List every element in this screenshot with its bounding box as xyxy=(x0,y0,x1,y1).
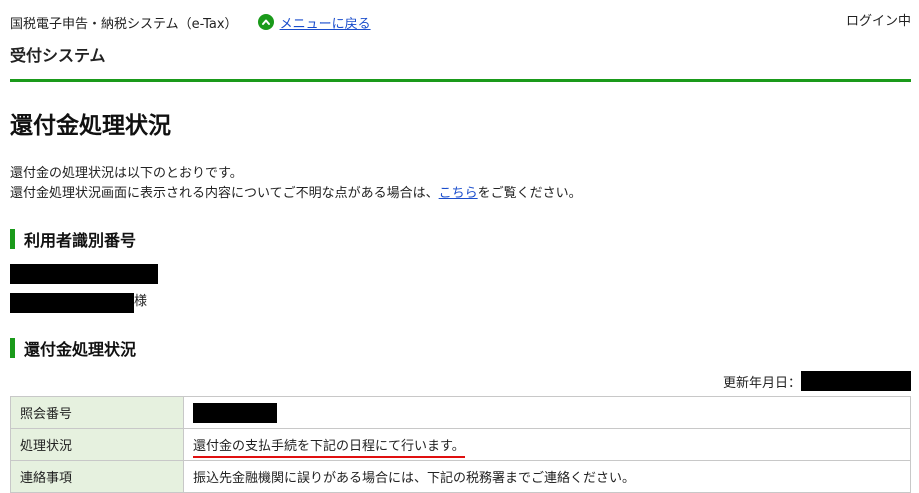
row-label-processing-status: 処理状況 xyxy=(10,428,184,461)
system-line: 国税電子申告・納税システム（e-Tax） メニューに戻る xyxy=(10,12,371,32)
updated-date: 更新年月日： xyxy=(723,370,911,392)
refund-status-heading: 還付金処理状況 xyxy=(10,337,136,359)
page-header: 国税電子申告・納税システム（e-Tax） メニューに戻る ログイン中 受付システ… xyxy=(10,0,911,82)
honorific-suffix: 様 xyxy=(134,294,148,309)
subsystem-name: 受付システム xyxy=(10,46,106,65)
user-id-heading: 利用者識別番号 xyxy=(10,228,136,250)
redacted-user-id xyxy=(10,264,158,284)
heading-bar xyxy=(10,338,15,358)
back-to-menu-link[interactable]: メニューに戻る xyxy=(257,13,371,32)
back-to-menu-label: メニューに戻る xyxy=(279,16,371,32)
updated-date-label: 更新年月日： xyxy=(722,375,801,391)
system-name: 国税電子申告・納税システム（e-Tax） xyxy=(10,16,238,32)
refund-status-table: 照会番号 処理状況 還付金の支払手続を下記の日程にて行います。 連絡事項 振込先… xyxy=(10,396,911,493)
intro-line-2-after: をご覧ください。 xyxy=(477,186,582,201)
redacted-reference-number xyxy=(193,402,277,423)
redacted-updated-date xyxy=(801,371,911,391)
intro-line-1: 還付金の処理状況は以下のとおりです。 xyxy=(10,166,243,181)
row-label-contact-notes: 連絡事項 xyxy=(10,460,184,493)
heading-bar xyxy=(10,229,15,249)
intro-line-2: 還付金処理状況画面に表示される内容についてご不明な点がある場合は、こちらをご覧く… xyxy=(10,184,582,204)
intro-line-2-before: 還付金処理状況画面に表示される内容についてご不明な点がある場合は、 xyxy=(10,186,439,201)
table-row: 連絡事項 振込先金融機関に誤りがある場合には、下記の税務署までご連絡ください。 xyxy=(10,460,911,493)
user-id-heading-label: 利用者識別番号 xyxy=(24,231,137,250)
row-value-processing-status: 還付金の支払手続を下記の日程にて行います。 xyxy=(183,428,911,461)
help-link[interactable]: こちら xyxy=(439,186,478,201)
table-row: 照会番号 xyxy=(10,396,911,429)
chevron-up-icon xyxy=(257,14,274,30)
redacted-user-name xyxy=(10,293,134,313)
row-value-reference-number xyxy=(183,396,911,429)
row-value-contact-notes: 振込先金融機関に誤りがある場合には、下記の税務署までご連絡ください。 xyxy=(183,460,911,493)
table-row: 処理状況 還付金の支払手続を下記の日程にて行います。 xyxy=(10,428,911,461)
refund-status-heading-label: 還付金処理状況 xyxy=(24,340,137,359)
processing-status-text: 還付金の支払手続を下記の日程にて行います。 xyxy=(193,439,465,458)
intro-text: 還付金の処理状況は以下のとおりです。 還付金処理状況画面に表示される内容について… xyxy=(10,164,582,204)
row-label-reference-number: 照会番号 xyxy=(10,396,184,429)
login-status: ログイン中 xyxy=(845,14,911,29)
page-title: 還付金処理状況 xyxy=(10,113,171,139)
